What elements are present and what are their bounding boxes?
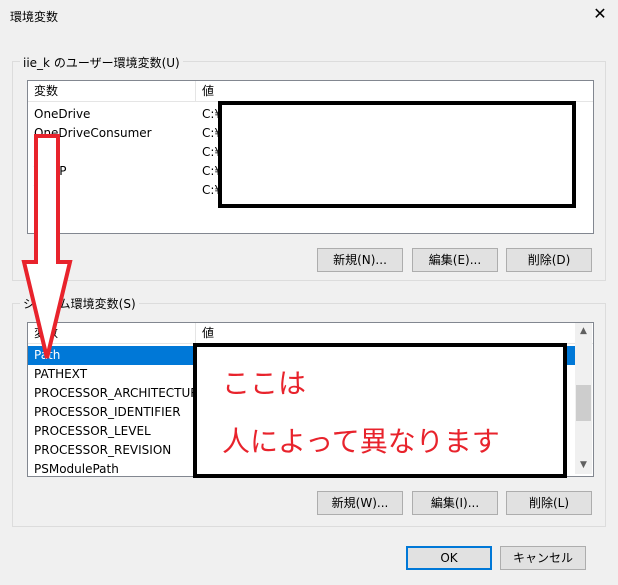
variable-name: PATHEXT <box>34 367 88 381</box>
variable-name: PROCESSOR_LEVEL <box>34 424 151 438</box>
variable-name: PROCESSOR_REVISION <box>34 443 172 457</box>
list-header: 変数 値 <box>28 323 593 344</box>
cancel-button[interactable]: キャンセル <box>500 546 586 570</box>
variable-name: PROCESSOR_ARCHITECTURE <box>34 386 196 400</box>
ok-button[interactable]: OK <box>406 546 492 570</box>
redaction-box-user <box>218 101 576 208</box>
column-header-value[interactable]: 値 <box>196 81 593 101</box>
system-new-button[interactable]: 新規(W)... <box>317 491 403 515</box>
system-edit-button[interactable]: 編集(I)... <box>412 491 498 515</box>
user-edit-button[interactable]: 編集(E)... <box>412 248 498 272</box>
vertical-scrollbar[interactable]: ▲ ▼ <box>575 323 592 474</box>
variable-name: PSModulePath <box>34 462 119 476</box>
scroll-up-icon[interactable]: ▲ <box>575 323 592 340</box>
system-delete-button[interactable]: 削除(L) <box>506 491 592 515</box>
variable-name: PROCESSOR_IDENTIFIER <box>34 405 181 419</box>
list-header: 変数 値 <box>28 81 593 102</box>
window-title: 環境変数 <box>10 10 59 24</box>
annotation-line-2: 人によって異なります <box>222 425 500 458</box>
scroll-thumb[interactable] <box>576 385 591 421</box>
column-header-value[interactable]: 値 <box>196 323 576 343</box>
user-delete-button[interactable]: 削除(D) <box>506 248 592 272</box>
user-variables-label: iie_k のユーザー環境変数(U) <box>20 54 183 71</box>
down-arrow-annotation <box>21 134 73 359</box>
scroll-down-icon[interactable]: ▼ <box>575 457 592 474</box>
user-new-button[interactable]: 新規(N)... <box>317 248 403 272</box>
column-header-variable[interactable]: 変数 <box>28 81 196 101</box>
close-icon[interactable]: ✕ <box>590 4 610 24</box>
annotation-line-1: ここは <box>222 367 307 400</box>
variable-name: OneDrive <box>34 107 91 121</box>
